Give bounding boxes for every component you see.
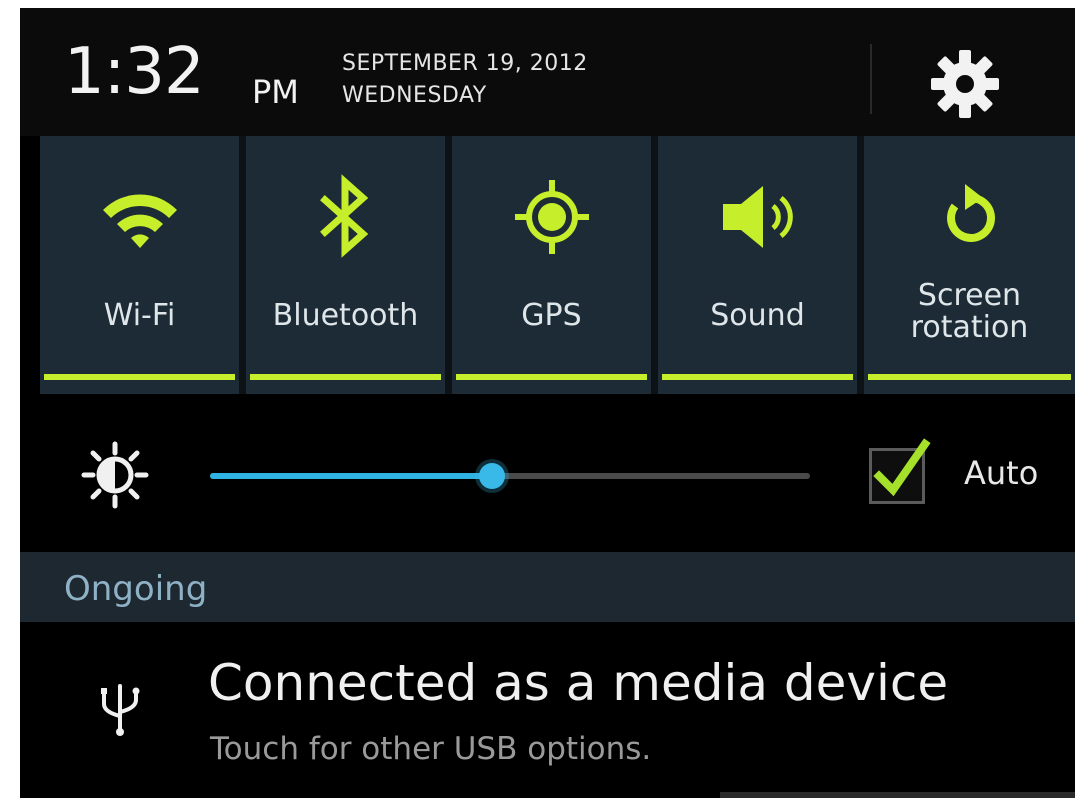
quick-settings-toggles: Wi-Fi Bluetooth GPS Sound Screen rotatio… [40, 136, 1075, 394]
toggle-gps[interactable]: GPS [452, 136, 651, 394]
toggle-active-indicator [456, 374, 647, 380]
toggle-bluetooth[interactable]: Bluetooth [246, 136, 445, 394]
auto-label: Auto [964, 454, 1039, 492]
toggle-active-indicator [44, 374, 235, 380]
checkmark-icon [873, 438, 931, 497]
toggle-active-indicator [250, 374, 441, 380]
date-text: SEPTEMBER 19, 2012 [342, 51, 588, 76]
toggle-label: Sound [710, 298, 805, 333]
ongoing-section-header: Ongoing [20, 552, 1075, 622]
auto-brightness-checkbox[interactable] [865, 434, 931, 504]
brightness-slider[interactable] [210, 456, 810, 496]
gps-icon [514, 180, 589, 254]
toggle-label: Screen rotation [910, 278, 1029, 345]
brightness-row: Auto [20, 394, 1075, 552]
notification-panel: 1:32 PM SEPTEMBER 19, 2012 WEDNESDAY Wi-… [20, 8, 1075, 798]
day-text: WEDNESDAY [342, 83, 487, 108]
toggle-sound[interactable]: Sound [658, 136, 857, 394]
status-header: 1:32 PM SEPTEMBER 19, 2012 WEDNESDAY [20, 8, 1075, 136]
bluetooth-icon [319, 174, 368, 258]
screen-rotation-icon [946, 184, 995, 242]
usb-icon [101, 684, 140, 736]
notification-subtitle: Touch for other USB options. [210, 731, 652, 767]
slider-thumb[interactable] [479, 463, 505, 489]
toggle-wifi[interactable]: Wi-Fi [40, 136, 239, 394]
wifi-icon [102, 194, 177, 248]
settings-button[interactable] [925, 44, 1005, 124]
toggle-label: GPS [521, 298, 582, 333]
toggle-screen-rotation[interactable]: Screen rotation [864, 136, 1075, 394]
panel-bottom-edge [720, 792, 1075, 798]
clock-time: 1:32 [64, 35, 205, 109]
brightness-icon [81, 441, 149, 509]
toggle-active-indicator [868, 374, 1071, 380]
gear-icon [931, 50, 999, 118]
ongoing-label: Ongoing [64, 569, 208, 609]
header-divider [870, 44, 872, 114]
notification-title: Connected as a media device [208, 654, 949, 712]
toggle-active-indicator [662, 374, 853, 380]
sound-icon [722, 186, 793, 248]
clock-ampm: PM [252, 73, 299, 111]
usb-notification[interactable]: Connected as a media device Touch for ot… [20, 622, 1075, 798]
toggle-label: Wi-Fi [103, 298, 176, 333]
slider-fill [210, 473, 492, 479]
toggle-label: Bluetooth [272, 298, 419, 333]
